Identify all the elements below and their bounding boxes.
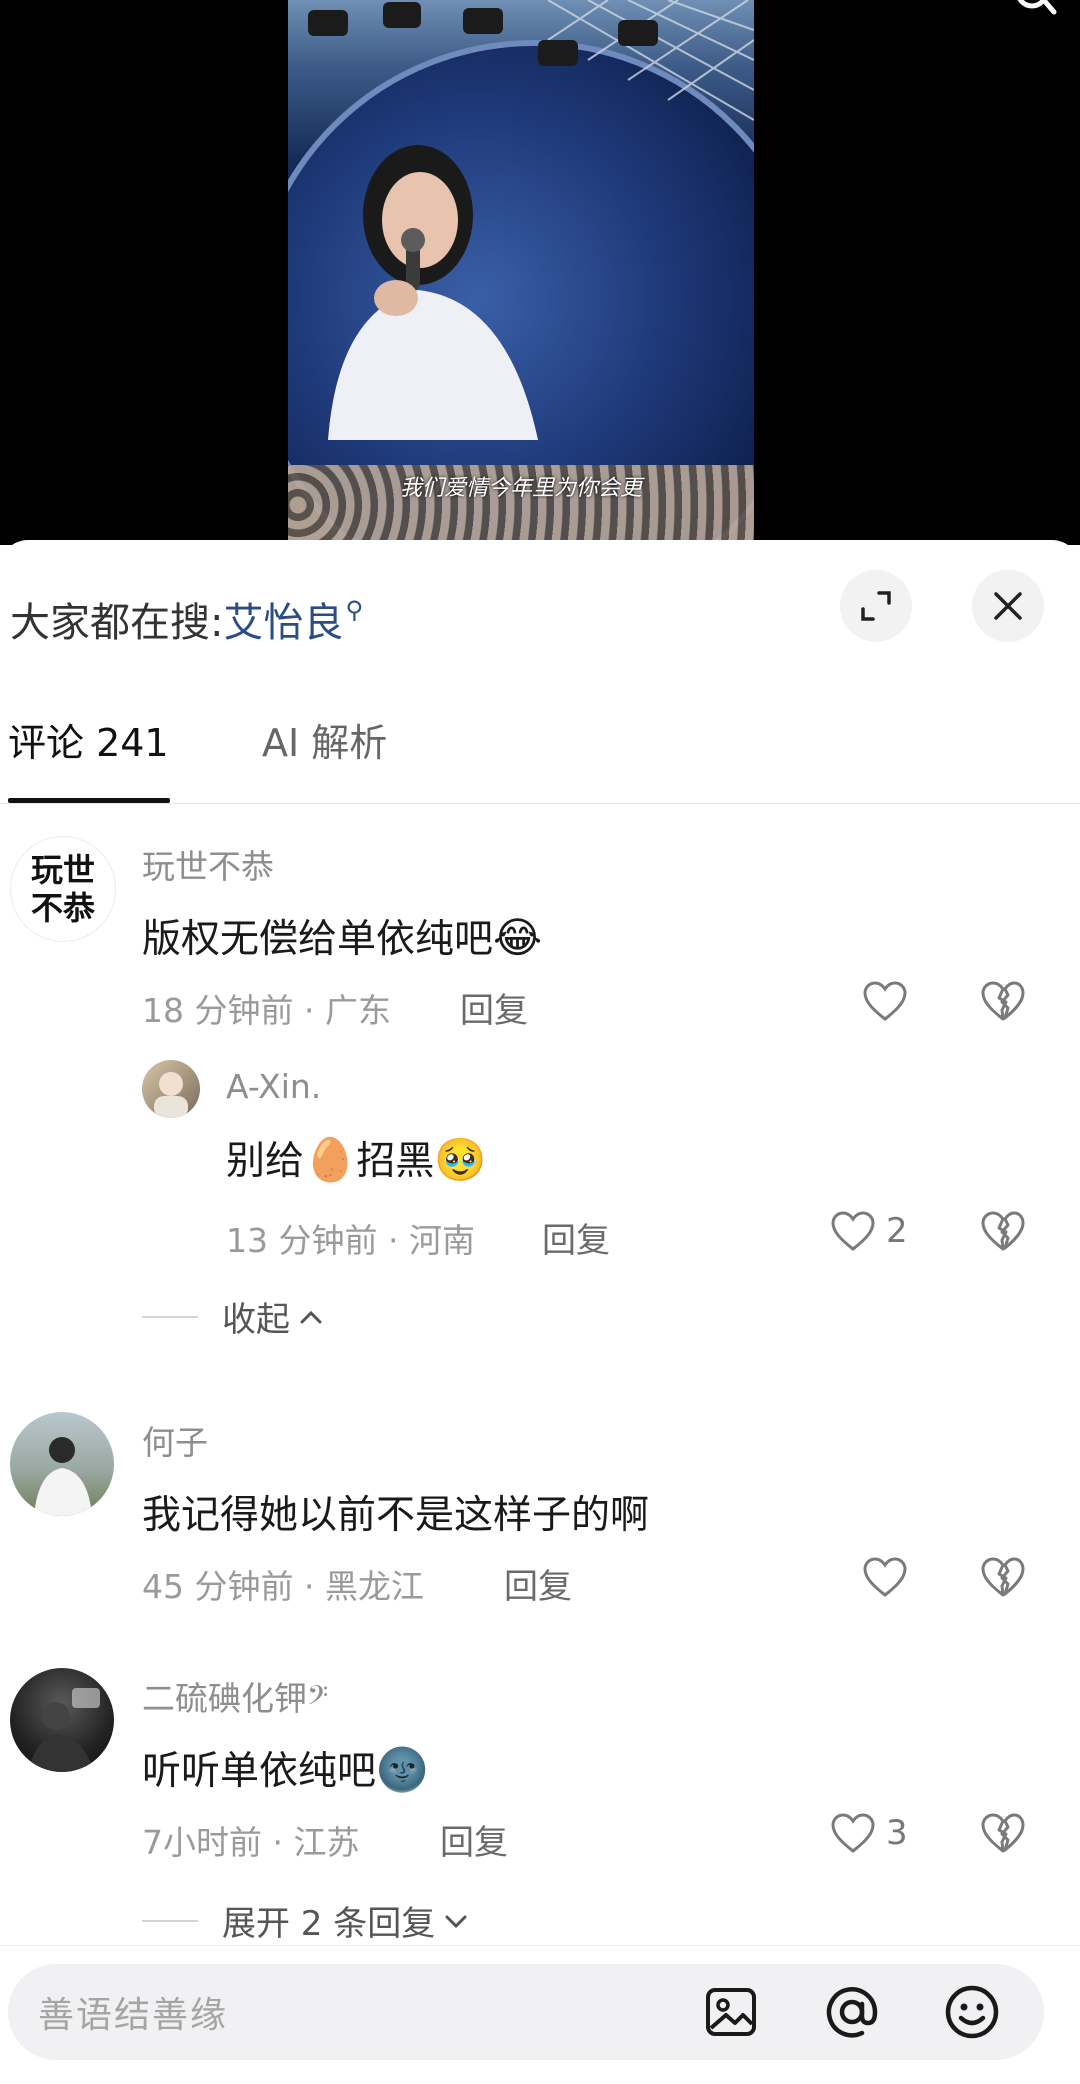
avatar-image bbox=[28, 1688, 100, 1772]
comment-text: 我记得她以前不是这样子的啊 bbox=[142, 1493, 650, 1538]
close-button[interactable] bbox=[972, 570, 1044, 642]
avatar[interactable]: 玩世 不恭 bbox=[10, 836, 116, 942]
chevron-up-icon bbox=[300, 1310, 322, 1323]
comment-meta: 18 分钟前 · 广东 bbox=[142, 991, 391, 1030]
expand-label: 展开 2 条回复 bbox=[222, 1904, 436, 1944]
reply-username[interactable]: A-Xin. bbox=[226, 1067, 321, 1106]
broken-heart-icon bbox=[981, 981, 1025, 1021]
reply-button[interactable]: 回复 bbox=[460, 983, 528, 1032]
heart-icon bbox=[863, 981, 907, 1021]
comment-text: 版权无偿给单依纯吧😂 bbox=[142, 908, 542, 964]
reply-button[interactable]: 回复 bbox=[542, 1213, 610, 1262]
egg-emoji: 🥚 bbox=[304, 1135, 357, 1184]
like-count: 3 bbox=[886, 1813, 908, 1853]
dislike-button[interactable] bbox=[980, 980, 1026, 1026]
comment-text: 听听单依纯吧🌚 bbox=[142, 1740, 428, 1796]
tab-comments[interactable]: 评论 241 bbox=[8, 712, 169, 767]
dislike-button[interactable] bbox=[980, 1556, 1026, 1602]
collapse-label: 收起 bbox=[222, 1300, 290, 1340]
reply-text-part-1: 别给 bbox=[226, 1139, 305, 1184]
tab-ai-analysis[interactable]: AI 解析 bbox=[262, 712, 387, 767]
broken-heart-icon bbox=[981, 1557, 1025, 1597]
comment-meta: 7小时前 · 江苏 bbox=[142, 1823, 360, 1862]
reply-button[interactable]: 回复 bbox=[504, 1559, 572, 1608]
video-player[interactable]: 我们爱情今年里为你会更 bbox=[0, 0, 1080, 545]
comment-input-placeholder: 善语结善缘 bbox=[38, 1995, 229, 2036]
avatar[interactable] bbox=[142, 1060, 200, 1118]
dark-moon-face-emoji: 🌚 bbox=[376, 1745, 429, 1794]
reply-text: 别给🥚招黑🥹 bbox=[226, 1130, 487, 1186]
heart-icon bbox=[831, 1813, 875, 1853]
dislike-button[interactable] bbox=[980, 1210, 1026, 1256]
comment-meta: 45 分钟前 · 黑龙江 bbox=[142, 1567, 424, 1606]
avatar-image bbox=[34, 1437, 92, 1516]
collapse-divider-line bbox=[142, 1315, 198, 1318]
heart-icon bbox=[863, 1557, 907, 1597]
holding-back-tears-emoji: 🥹 bbox=[434, 1135, 487, 1184]
like-button[interactable] bbox=[862, 980, 908, 1022]
search-icon: ⚲ bbox=[345, 596, 364, 624]
broken-heart-icon bbox=[981, 1813, 1025, 1853]
like-button[interactable]: 3 bbox=[830, 1812, 908, 1854]
stage-truss bbox=[308, 0, 754, 121]
laughing-crying-emoji: 😂 bbox=[493, 913, 543, 962]
comment-username[interactable]: 玩世不恭 bbox=[142, 840, 274, 888]
search-icon[interactable] bbox=[1010, 0, 1060, 22]
emoji-icon[interactable] bbox=[942, 1982, 1002, 2042]
like-button[interactable] bbox=[862, 1556, 908, 1598]
comment-panel: 大家都在搜:艾怡良⚲ 评论 241 AI 解析 玩世 不恭 玩世不恭 版权无偿给单… bbox=[0, 540, 1080, 2083]
avatar[interactable] bbox=[10, 1668, 114, 1772]
avatar-image bbox=[154, 1072, 188, 1118]
comment-text-body: 版权无偿给单依纯吧 bbox=[142, 917, 494, 962]
at-icon[interactable] bbox=[822, 1982, 882, 2042]
comment-input-bar: 善语结善缘 bbox=[0, 1945, 1080, 2084]
expand-button[interactable] bbox=[840, 570, 912, 642]
dislike-button[interactable] bbox=[980, 1812, 1026, 1858]
like-button[interactable]: 2 bbox=[830, 1210, 908, 1252]
video-subtitle: 我们爱情今年里为你会更 bbox=[399, 476, 642, 501]
expand-divider-line bbox=[142, 1919, 198, 1922]
comment-text-body: 听听单依纯吧 bbox=[142, 1749, 377, 1794]
reply-text-part-2: 招黑 bbox=[356, 1139, 435, 1184]
singer-on-screen bbox=[328, 145, 538, 440]
comment-username[interactable]: 何子 bbox=[142, 1416, 208, 1464]
expand-icon bbox=[861, 591, 891, 621]
hot-search-prefix: 大家都在搜: bbox=[10, 600, 224, 646]
image-icon[interactable] bbox=[702, 1982, 762, 2042]
broken-heart-icon bbox=[981, 1211, 1025, 1251]
comment-input[interactable]: 善语结善缘 bbox=[8, 1964, 1044, 2060]
avatar-logo-text: 玩世 不恭 bbox=[30, 851, 95, 927]
tabs-divider bbox=[0, 803, 1080, 804]
hot-search-bar[interactable]: 大家都在搜:艾怡良⚲ bbox=[10, 590, 363, 648]
close-icon bbox=[994, 592, 1022, 620]
chevron-down-icon bbox=[445, 1915, 467, 1928]
reply-button[interactable]: 回复 bbox=[440, 1815, 508, 1864]
heart-icon bbox=[831, 1211, 875, 1251]
reply-meta: 13 分钟前 · 河南 bbox=[226, 1221, 475, 1260]
expand-replies-button[interactable]: 展开 2 条回复 bbox=[142, 1896, 469, 1945]
comment-username[interactable]: 二硫碘化钾𝄢 bbox=[142, 1672, 328, 1720]
hot-search-term[interactable]: 艾怡良 bbox=[223, 600, 343, 646]
like-count: 2 bbox=[886, 1211, 908, 1251]
concert-video-frame: 我们爱情今年里为你会更 bbox=[288, 0, 754, 545]
avatar[interactable] bbox=[10, 1412, 114, 1516]
collapse-replies-button[interactable]: 收起 bbox=[142, 1292, 324, 1341]
